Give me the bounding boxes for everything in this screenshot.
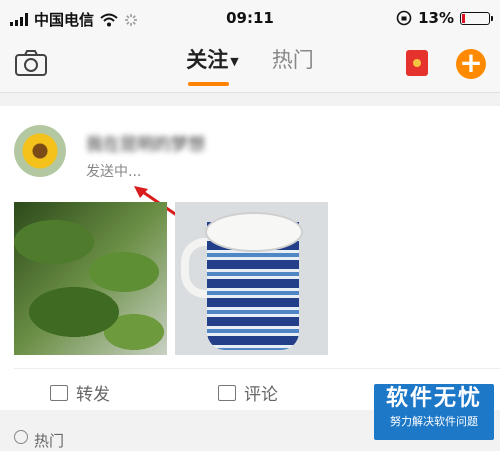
post-status: 发送中... xyxy=(86,164,142,180)
rotation-lock-icon xyxy=(396,10,412,26)
comment-label: 评论 xyxy=(244,385,278,405)
watermark-main: 软件无忧 xyxy=(385,386,482,411)
comment-icon xyxy=(218,384,236,401)
watermark-sub: 努力解决软件问题 xyxy=(390,415,478,428)
battery-icon xyxy=(460,11,493,25)
add-icon: + xyxy=(459,46,483,79)
cup-rim xyxy=(205,212,303,252)
red-packet-icon[interactable] xyxy=(406,50,428,76)
username[interactable]: 我在昆明的梦想 xyxy=(86,130,205,155)
tab-hot-label: 热门 xyxy=(271,48,314,72)
add-button[interactable]: + xyxy=(456,49,486,79)
avatar[interactable] xyxy=(14,125,66,177)
hot-icon xyxy=(14,430,28,444)
repost-button[interactable]: 转发 xyxy=(50,380,110,405)
post-image-plant[interactable] xyxy=(14,202,167,355)
active-tab-indicator xyxy=(188,82,229,86)
post-card: 我在昆明的梦想 发送中... 转发 评论 xyxy=(0,106,500,410)
repost-icon xyxy=(50,384,68,401)
post-image-cup[interactable] xyxy=(175,202,328,355)
repost-label: 转发 xyxy=(76,385,110,405)
watermark-logo: 软件无忧 努力解决软件问题 xyxy=(374,384,494,440)
tab-hot[interactable]: 热门 xyxy=(272,44,314,86)
status-bar: 中国电信 09:11 13% xyxy=(0,0,500,36)
battery-percent: 13% xyxy=(418,9,454,27)
tab-following[interactable]: 关注 ▼ xyxy=(186,44,239,86)
comment-button[interactable]: 评论 xyxy=(218,380,278,405)
chevron-down-icon: ▼ xyxy=(230,54,239,68)
tab-following-label: 关注 xyxy=(186,48,229,72)
top-nav-bar: 关注 ▼ 热门 + xyxy=(0,36,500,93)
